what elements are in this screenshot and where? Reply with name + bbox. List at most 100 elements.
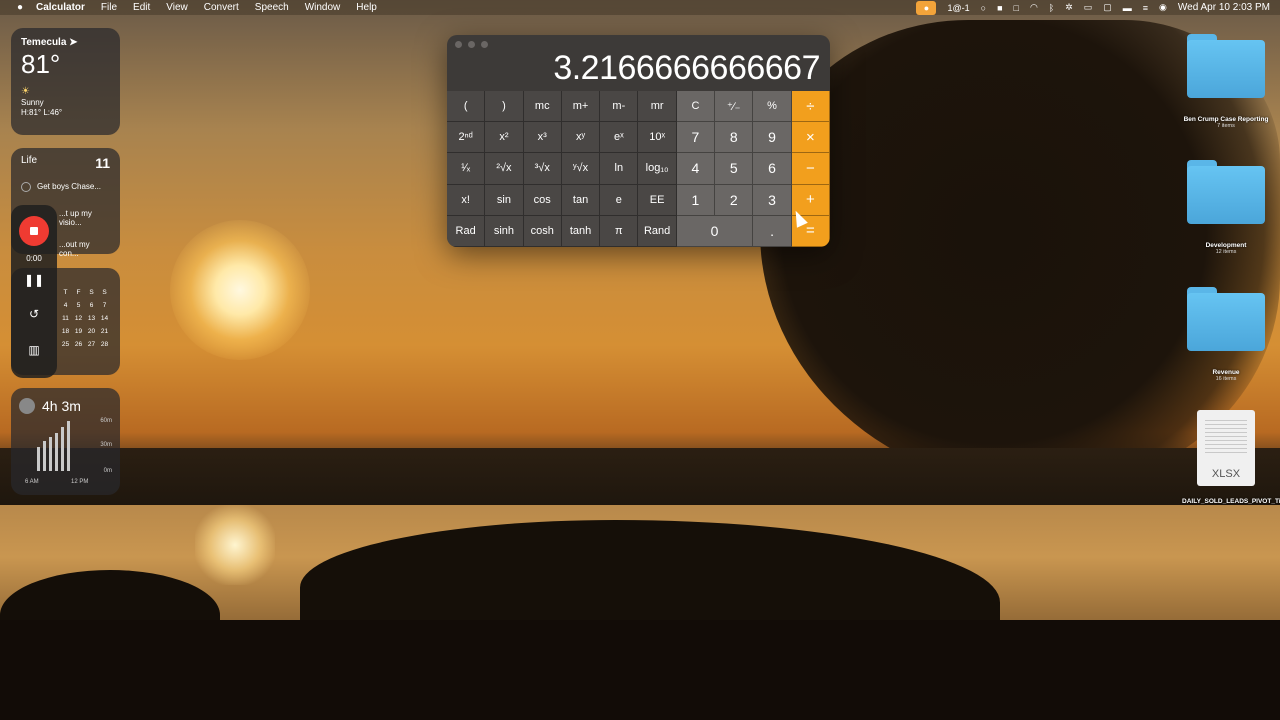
menu-help[interactable]: Help	[348, 2, 385, 13]
reminder-item[interactable]: Get boys Chase...	[21, 171, 110, 202]
key-9[interactable]: 9	[753, 122, 792, 154]
key-e[interactable]: e	[600, 184, 639, 216]
apple-menu-icon[interactable]: ●	[10, 2, 30, 13]
key-tan[interactable]: tan	[561, 184, 601, 216]
minimize-button[interactable]	[468, 41, 475, 48]
siri-icon[interactable]: ◉	[1159, 2, 1167, 13]
battery-icon[interactable]: ▬	[1123, 3, 1132, 13]
menu-window[interactable]: Window	[297, 2, 349, 13]
key-sqrt[interactable]: ²√x	[485, 153, 524, 185]
text-input-icon[interactable]: ■	[997, 3, 1002, 13]
key-5[interactable]: 5	[715, 153, 754, 185]
key-open-paren[interactable]: (	[447, 91, 486, 123]
desktop-item-count: 12 items	[1215, 249, 1237, 255]
pause-icon[interactable]: ❚❚	[11, 273, 57, 287]
microphone-icon[interactable]: ●	[916, 0, 937, 15]
reminders-list-name: Life	[21, 155, 38, 166]
menu-file[interactable]: File	[93, 2, 125, 13]
key-mc[interactable]: mc	[523, 91, 562, 123]
wifi-icon[interactable]: ◠	[1030, 2, 1038, 13]
key-power[interactable]: xʸ	[561, 122, 601, 154]
key-square[interactable]: x²	[485, 122, 524, 154]
bluetooth-icon[interactable]: ᛒ	[1049, 3, 1054, 13]
reminders-count: 11	[95, 155, 110, 171]
key-mr[interactable]: mr	[638, 91, 677, 123]
key-ee[interactable]: EE	[638, 184, 677, 216]
key-multiply[interactable]: ×	[791, 122, 830, 154]
desktop-file[interactable]: XLSX DAILY_SOLD_LEADS_PIVOT_TikTok.xlsx	[1176, 410, 1280, 505]
checkbox-circle-icon[interactable]	[21, 181, 31, 192]
key-cosh[interactable]: cosh	[523, 215, 562, 247]
key-sin[interactable]: sin	[485, 184, 524, 216]
weekday-header: F	[76, 289, 81, 296]
key-divide[interactable]: ÷	[791, 91, 830, 123]
display-icon[interactable]: □	[1014, 3, 1019, 13]
key-m-plus[interactable]: m+	[561, 91, 601, 123]
key-cbrt[interactable]: ³√x	[523, 153, 562, 185]
app-menu[interactable]: Calculator	[30, 2, 93, 13]
key-4[interactable]: 4	[676, 153, 716, 185]
key-rad[interactable]: Rad	[447, 215, 486, 247]
menu-edit[interactable]: Edit	[125, 2, 158, 13]
weather-widget[interactable]: Temecula ➤ 81° ☀ Sunny H:81° L:46°	[11, 28, 120, 135]
zoom-button[interactable]	[481, 41, 488, 48]
sun-reflection	[195, 505, 275, 585]
restart-icon[interactable]: ↺	[11, 307, 57, 321]
settings-icon[interactable]: ✲	[1065, 2, 1073, 13]
key-sign[interactable]: ⁺∕₋	[715, 91, 754, 123]
desktop-folder[interactable]: Development 12 items	[1176, 160, 1276, 255]
key-clear[interactable]: C	[676, 91, 716, 123]
key-7[interactable]: 7	[676, 122, 716, 154]
menu-view[interactable]: View	[158, 2, 196, 13]
key-pi[interactable]: π	[600, 215, 639, 247]
desktop-item-count: 16 items	[1215, 376, 1237, 382]
key-m-minus[interactable]: m-	[600, 91, 639, 123]
key-1[interactable]: 1	[676, 184, 716, 216]
key-subtract[interactable]: −	[791, 153, 830, 185]
status-text[interactable]: 1@-1	[947, 3, 969, 13]
recording-toolbar: 0:00 ❚❚ ↺ ▥	[11, 205, 57, 378]
calendar-day: 11	[62, 315, 69, 322]
desktop-item-label: DAILY_SOLD_LEADS_PIVOT_TikTok.xlsx	[1182, 498, 1280, 505]
key-decimal[interactable]: .	[753, 215, 792, 247]
clock[interactable]: Wed Apr 10 2:03 PM	[1178, 2, 1270, 13]
file-extension: XLSX	[1211, 468, 1241, 480]
key-sinh[interactable]: sinh	[485, 215, 524, 247]
key-reciprocal[interactable]: ¹∕ₓ	[447, 153, 486, 185]
reminder-text: Get boys Chase...	[37, 182, 102, 191]
key-cos[interactable]: cos	[523, 184, 562, 216]
desktop-folder[interactable]: Ben Crump Case Reporting 7 items	[1176, 34, 1276, 129]
key-percent[interactable]: %	[753, 91, 792, 123]
key-factorial[interactable]: x!	[447, 184, 486, 216]
key-close-paren[interactable]: )	[485, 91, 524, 123]
key-exp[interactable]: eˣ	[600, 122, 639, 154]
key-second[interactable]: 2ⁿᵈ	[447, 122, 486, 154]
usage-bar	[61, 427, 64, 471]
key-rand[interactable]: Rand	[638, 215, 677, 247]
key-log10[interactable]: log₁₀	[638, 153, 677, 185]
calendar-day: 18	[61, 328, 70, 335]
key-3[interactable]: 3	[753, 184, 792, 216]
key-yroot[interactable]: ʸ√x	[561, 153, 601, 185]
menu-convert[interactable]: Convert	[196, 2, 247, 13]
screen-time-widget[interactable]: 4h 3m 60m 30m 0m 6 AM 12 PM	[11, 388, 120, 495]
trash-icon[interactable]: ▥	[11, 343, 57, 357]
control-center-icon[interactable]: ≡	[1143, 3, 1148, 13]
key-ln[interactable]: ln	[600, 153, 639, 185]
key-tanh[interactable]: tanh	[561, 215, 601, 247]
menu-speech[interactable]: Speech	[247, 2, 297, 13]
calendar-day: 20	[87, 328, 96, 335]
close-button[interactable]	[455, 41, 462, 48]
key-8[interactable]: 8	[715, 122, 754, 154]
key-0[interactable]: 0	[676, 215, 754, 247]
desktop-folder[interactable]: Revenue 16 items	[1176, 287, 1276, 382]
key-ten-power[interactable]: 10ˣ	[638, 122, 677, 154]
stop-recording-button[interactable]	[19, 216, 49, 246]
stage-manager-icon[interactable]: ▢	[1103, 2, 1112, 13]
search-icon[interactable]: ○	[981, 3, 986, 13]
screen-mirroring-icon[interactable]: ▭	[1084, 2, 1093, 13]
key-cube[interactable]: x³	[523, 122, 562, 154]
key-2[interactable]: 2	[715, 184, 754, 216]
desktop-item-count: 7 items	[1217, 123, 1235, 129]
key-6[interactable]: 6	[753, 153, 792, 185]
